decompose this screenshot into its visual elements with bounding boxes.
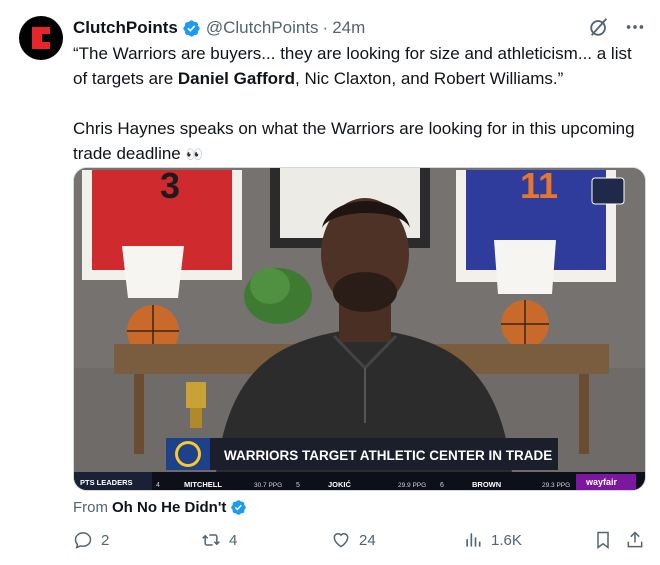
share-icon — [627, 531, 643, 548]
verified-badge-icon — [231, 500, 247, 515]
tweet[interactable]: ClutchPoints @ClutchPoints · 24m “The Wa… — [0, 0, 660, 565]
reply-icon — [74, 532, 92, 549]
source-account[interactable]: Oh No He Didn't — [112, 499, 226, 516]
score-ticker: PTS LEADERS 4 MITCHELL 30.7 PPG 5 JOKIĆ … — [74, 472, 645, 490]
tweet-quote: “The Warriors are buyers... they are loo… — [73, 44, 632, 88]
svg-text:29.3 PPG: 29.3 PPG — [542, 482, 570, 489]
jersey-left-number: 3 — [160, 168, 180, 206]
svg-text:MITCHELL: MITCHELL — [184, 480, 222, 489]
repost-button[interactable]: 4 — [201, 530, 237, 550]
tweet-header: ClutchPoints @ClutchPoints · 24m — [73, 17, 646, 39]
tweet-body: Chris Haynes speaks on what the Warriors… — [73, 119, 635, 163]
lower-third-text: WARRIORS TARGET ATHLETIC CENTER IN TRADE — [224, 448, 552, 463]
video-frame: 3 11 WARRIORS TARGET ATHLETIC CENTER IN … — [74, 168, 645, 490]
lower-third-banner: WARRIORS TARGET ATHLETIC CENTER IN TRADE — [166, 438, 558, 470]
svg-text:29.9 PPG: 29.9 PPG — [398, 482, 426, 489]
reply-button[interactable]: 2 — [73, 530, 109, 550]
grok-icon[interactable] — [588, 16, 610, 38]
tweet-actions: 2 4 24 1.6K — [73, 530, 649, 560]
video-source: From Oh No He Didn't — [73, 499, 247, 516]
tweet-bold-name: Daniel Gafford — [177, 69, 296, 88]
clutchpoints-logo-icon — [32, 27, 50, 49]
more-options-icon[interactable] — [624, 16, 646, 38]
ticker-label: PTS LEADERS — [80, 478, 133, 487]
svg-text:BROWN: BROWN — [472, 480, 501, 489]
eyes-emoji: 👀 — [185, 146, 203, 162]
views-chart-icon — [466, 533, 481, 547]
timestamp[interactable]: 24m — [332, 18, 365, 38]
author-handle[interactable]: @ClutchPoints — [206, 18, 319, 38]
svg-text:5: 5 — [296, 482, 300, 489]
view-count: 1.6K — [491, 531, 522, 549]
repost-count: 4 — [229, 531, 238, 549]
separator-dot: · — [322, 18, 329, 37]
tweet-text: “The Warriors are buyers... they are loo… — [73, 41, 648, 167]
share-button[interactable] — [625, 530, 653, 550]
like-button[interactable]: 24 — [331, 530, 376, 550]
from-prefix: From — [73, 499, 108, 516]
svg-text:6: 6 — [440, 482, 444, 489]
video-media[interactable]: 3 11 WARRIORS TARGET ATHLETIC CENTER IN … — [73, 167, 646, 491]
avatar[interactable] — [19, 16, 63, 60]
header-actions — [588, 16, 646, 38]
like-count: 24 — [359, 531, 376, 549]
repost-icon — [202, 534, 220, 546]
views-button[interactable]: 1.6K — [463, 530, 522, 550]
sponsor-text: wayfair — [585, 477, 618, 487]
verified-badge-icon — [183, 19, 200, 37]
svg-text:4: 4 — [156, 482, 160, 489]
heart-icon — [333, 533, 349, 548]
bookmark-button[interactable] — [593, 530, 621, 550]
svg-text:JOKIĆ: JOKIĆ — [328, 480, 352, 489]
bookmark-icon — [597, 531, 609, 549]
reply-count: 2 — [101, 531, 110, 549]
svg-text:30.7 PPG: 30.7 PPG — [254, 482, 282, 489]
author-name[interactable]: ClutchPoints — [73, 18, 178, 38]
jersey-right-number: 11 — [520, 168, 558, 206]
